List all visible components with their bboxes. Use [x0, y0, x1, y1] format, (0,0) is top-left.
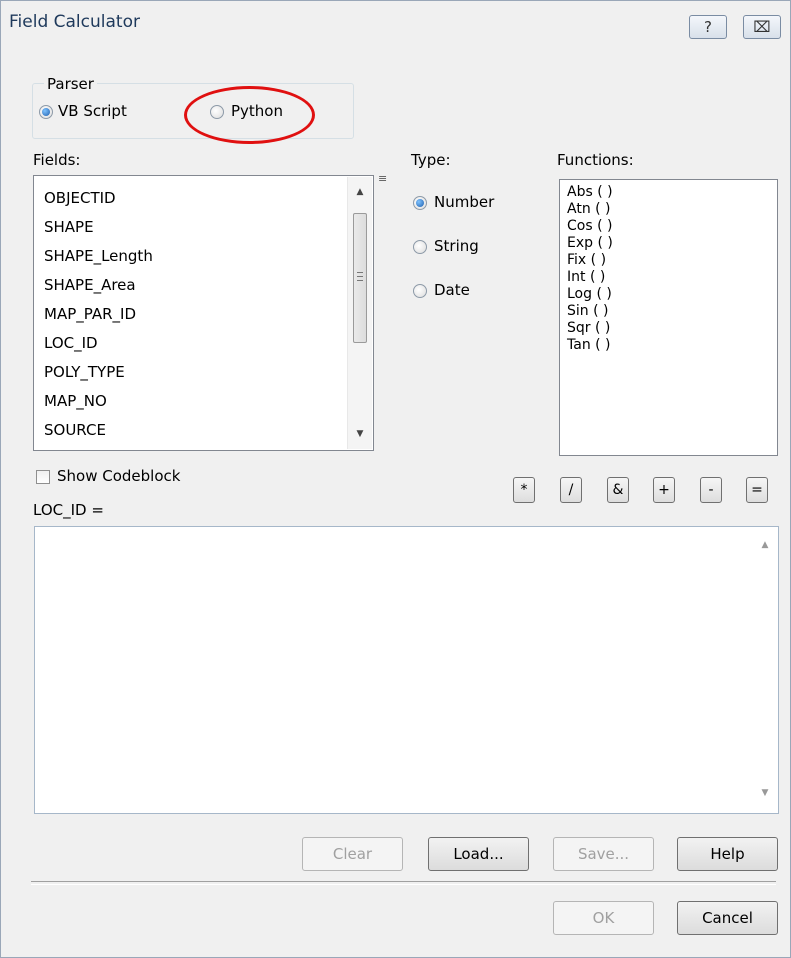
function-item-atn[interactable]: Atn ( ): [567, 201, 611, 217]
operator-concat-button[interactable]: &: [607, 477, 629, 503]
field-item-map-par-id[interactable]: MAP_PAR_ID: [44, 305, 136, 323]
type-number-label[interactable]: Number: [434, 193, 494, 211]
clear-button[interactable]: Clear: [302, 837, 403, 871]
help-icon[interactable]: ?: [689, 15, 727, 39]
type-number-radio[interactable]: [413, 196, 427, 210]
field-item-shape-area[interactable]: SHAPE_Area: [44, 276, 136, 294]
type-date-radio[interactable]: [413, 284, 427, 298]
fields-listbox[interactable]: OBJECTID SHAPE SHAPE_Length SHAPE_Area M…: [33, 175, 374, 451]
function-item-log[interactable]: Log ( ): [567, 286, 612, 302]
window-title: Field Calculator: [9, 12, 140, 32]
ok-button[interactable]: OK: [553, 901, 654, 935]
cancel-button[interactable]: Cancel: [677, 901, 778, 935]
field-item-shape[interactable]: SHAPE: [44, 218, 94, 236]
fields-scrollbar[interactable]: ▲ ▼: [347, 177, 372, 449]
help-button[interactable]: Help: [677, 837, 778, 871]
field-item-shape-length[interactable]: SHAPE_Length: [44, 247, 153, 265]
operator-multiply-button[interactable]: *: [513, 477, 535, 503]
field-item-objectid[interactable]: OBJECTID: [44, 189, 116, 207]
scroll-up-arrow-icon[interactable]: ▲: [348, 183, 372, 201]
operator-subtract-button[interactable]: -: [700, 477, 722, 503]
parser-label: Parser: [44, 75, 97, 93]
field-item-source[interactable]: SOURCE: [44, 421, 106, 439]
show-codeblock-checkbox[interactable]: [36, 470, 50, 484]
type-date-label[interactable]: Date: [434, 281, 470, 299]
expression-textarea[interactable]: ▲ ▼: [34, 526, 779, 814]
function-item-tan[interactable]: Tan ( ): [567, 337, 611, 353]
scroll-thumb[interactable]: [353, 213, 367, 343]
load-button[interactable]: Load...: [428, 837, 529, 871]
save-button[interactable]: Save...: [553, 837, 654, 871]
function-item-int[interactable]: Int ( ): [567, 269, 605, 285]
field-item-poly-type[interactable]: POLY_TYPE: [44, 363, 125, 381]
vbscript-radio[interactable]: [39, 105, 53, 119]
type-label: Type:: [411, 151, 451, 169]
python-highlight-annotation: [184, 86, 315, 144]
type-string-label[interactable]: String: [434, 237, 479, 255]
operator-divide-button[interactable]: /: [560, 477, 582, 503]
functions-listbox[interactable]: Abs ( ) Atn ( ) Cos ( ) Exp ( ) Fix ( ) …: [559, 179, 778, 456]
scroll-down-arrow-icon[interactable]: ▼: [348, 425, 372, 443]
separator: [31, 881, 776, 885]
function-item-fix[interactable]: Fix ( ): [567, 252, 606, 268]
expression-label: LOC_ID =: [33, 501, 104, 519]
operator-add-button[interactable]: +: [653, 477, 675, 503]
expression-scrollbar[interactable]: ▲ ▼: [753, 528, 777, 812]
close-icon[interactable]: ⌧: [743, 15, 781, 39]
functions-label: Functions:: [557, 151, 634, 169]
expression-scroll-up-icon[interactable]: ▲: [753, 536, 777, 554]
field-calculator-dialog: Field Calculator ? ⌧ Parser VB Script Py…: [0, 0, 791, 958]
field-item-loc-id[interactable]: LOC_ID: [44, 334, 98, 352]
show-codeblock-label[interactable]: Show Codeblock: [57, 467, 180, 485]
vbscript-label[interactable]: VB Script: [58, 102, 127, 120]
function-item-abs[interactable]: Abs ( ): [567, 184, 613, 200]
function-item-sqr[interactable]: Sqr ( ): [567, 320, 610, 336]
field-item-map-no[interactable]: MAP_NO: [44, 392, 107, 410]
function-item-sin[interactable]: Sin ( ): [567, 303, 608, 319]
function-item-cos[interactable]: Cos ( ): [567, 218, 612, 234]
title-bar[interactable]: Field Calculator ? ⌧: [1, 1, 790, 49]
sort-menu-icon[interactable]: ≡: [378, 172, 387, 185]
fields-label: Fields:: [33, 151, 81, 169]
operator-equals-button[interactable]: =: [746, 477, 768, 503]
expression-scroll-down-icon[interactable]: ▼: [753, 784, 777, 802]
type-string-radio[interactable]: [413, 240, 427, 254]
function-item-exp[interactable]: Exp ( ): [567, 235, 613, 251]
